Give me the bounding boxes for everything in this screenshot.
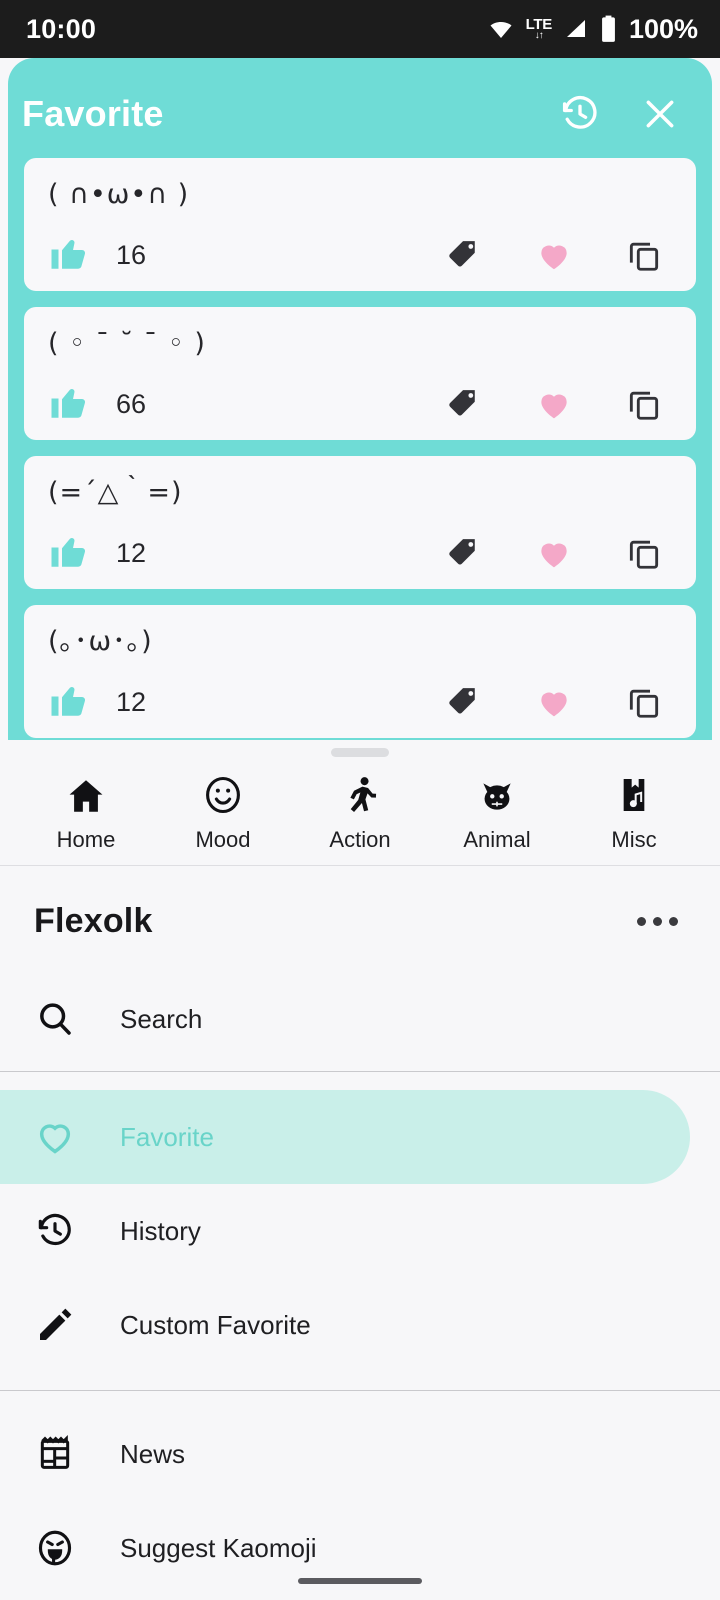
copy-icon[interactable] — [624, 235, 664, 275]
page-title: Favorite — [22, 93, 164, 134]
cellular-signal-icon — [562, 17, 590, 41]
running-person-icon — [339, 771, 381, 817]
battery-percent: 100% — [628, 13, 698, 44]
tab-label: Home — [56, 827, 116, 852]
card-tools — [444, 235, 672, 275]
sidebar-item-label: Suggest Kaomoji — [120, 1532, 317, 1563]
category-tabbar: Home Mood Action Animal Misc — [0, 757, 720, 866]
kaomoji-card[interactable]: (｡･ω･｡) 12 — [24, 605, 696, 738]
tag-icon[interactable] — [444, 235, 484, 275]
tag-icon[interactable] — [444, 533, 484, 573]
status-icons: LTE ↓↑ 100% — [486, 14, 698, 45]
search-icon — [34, 999, 76, 1039]
like-count: 12 — [116, 686, 147, 717]
thumb-up-icon[interactable] — [48, 530, 90, 577]
favorite-header-actions — [558, 92, 682, 136]
news-icon — [34, 1434, 76, 1474]
tag-icon[interactable] — [444, 682, 484, 722]
like-group[interactable]: 16 — [48, 232, 146, 279]
smiley-icon — [201, 771, 245, 817]
more-horizontal-icon[interactable] — [629, 909, 686, 934]
tab-label: Misc — [611, 827, 657, 852]
menu-lower-spacer — [0, 1391, 720, 1407]
card-tools — [444, 384, 672, 424]
favorite-list[interactable]: ( ∩•ω•∩ ) 16 (◦ ˉ ˘ ˉ ◦) 66 (=´△｀=) 12… — [8, 148, 712, 738]
thumb-up-icon[interactable] — [48, 232, 90, 279]
heart-filled-icon[interactable] — [534, 533, 574, 573]
card-tools — [444, 682, 672, 722]
sidebar-item-label: Favorite — [120, 1121, 214, 1152]
like-group[interactable]: 12 — [48, 679, 146, 726]
tab-misc[interactable]: Misc — [570, 771, 698, 853]
status-time: 10:00 — [26, 13, 97, 44]
tab-label: Action — [329, 827, 391, 852]
sidebar-item-favorite[interactable]: Favorite — [0, 1090, 690, 1184]
favorite-panel: Favorite ( ∩•ω•∩ ) 16 (◦ ˉ ˘ ˉ ◦) 66 (… — [8, 58, 712, 748]
copy-icon[interactable] — [624, 682, 664, 722]
kaomoji-card-row: 66 — [48, 381, 672, 428]
menu-top-spacer — [0, 1072, 720, 1090]
close-icon[interactable] — [638, 92, 682, 136]
heart-filled-icon[interactable] — [534, 682, 574, 722]
suggest-face-icon — [34, 1527, 76, 1569]
card-tools — [444, 533, 672, 573]
tag-icon[interactable] — [444, 384, 484, 424]
kaomoji-text: ( ◦ ˉ ˘ ˉ ◦ ) — [48, 328, 206, 359]
like-count: 12 — [116, 537, 147, 568]
copy-icon[interactable] — [624, 384, 664, 424]
search-row[interactable]: Search — [0, 967, 720, 1071]
tab-label: Animal — [463, 827, 531, 852]
history-icon[interactable] — [558, 92, 602, 136]
heart-filled-icon[interactable] — [534, 235, 574, 275]
sidebar-item-label: Custom Favorite — [120, 1309, 311, 1340]
kaomoji-card[interactable]: (=´△｀=) 12 — [24, 456, 696, 589]
menu-mid-spacer — [0, 1372, 720, 1390]
lte-icon: LTE ↓↑ — [526, 17, 553, 41]
tab-home[interactable]: Home — [22, 771, 150, 853]
heart-outline-icon — [34, 1116, 76, 1158]
home-icon — [65, 771, 107, 817]
kaomoji-text: (｡･ω･｡) — [48, 626, 153, 657]
kaomoji-card[interactable]: ( ◦ ˉ ˘ ˉ ◦ ) 66 — [24, 307, 696, 440]
kaomoji-card-row: 16 — [48, 232, 672, 279]
thumb-up-icon[interactable] — [48, 679, 90, 726]
sidebar-item-label: History — [120, 1215, 201, 1246]
search-label: Search — [120, 1003, 203, 1034]
kaomoji-card-row: 12 — [48, 679, 672, 726]
tab-animal[interactable]: Animal — [433, 771, 561, 853]
app-screen: 10:00 LTE ↓↑ 100% Favorite (∩•ω•∩) 16 … — [0, 0, 720, 1600]
kaomoji-text: (=´△｀=) — [48, 477, 183, 508]
app-header: Flexolk — [0, 866, 720, 967]
lte-arrows: ↓↑ — [534, 30, 544, 41]
favorite-header: Favorite — [8, 58, 712, 148]
pencil-icon — [34, 1305, 76, 1345]
battery-icon — [600, 15, 617, 43]
like-count: 66 — [116, 388, 147, 419]
kaomoji-card[interactable]: ( ∩•ω•∩ ) 16 — [24, 158, 696, 291]
like-count: 16 — [116, 239, 147, 270]
history-icon — [34, 1211, 76, 1251]
wifi-icon — [486, 17, 516, 41]
heart-filled-icon[interactable] — [534, 384, 574, 424]
tab-mood[interactable]: Mood — [159, 771, 287, 853]
tab-action[interactable]: Action — [296, 771, 424, 853]
kaomoji-card-row: 12 — [48, 530, 672, 577]
app-title: Flexolk — [34, 902, 153, 940]
status-bar: 10:00 LTE ↓↑ 100% — [0, 0, 720, 58]
like-group[interactable]: 66 — [48, 381, 146, 428]
sidebar-item-news[interactable]: News — [0, 1407, 720, 1501]
cat-icon — [474, 771, 520, 817]
kaomoji-text: ( ∩•ω•∩ ) — [48, 179, 190, 210]
sidebar-item-custom-favorite[interactable]: Custom Favorite — [0, 1278, 720, 1372]
drag-handle[interactable] — [331, 748, 389, 757]
misc-music-icon — [614, 771, 654, 817]
thumb-up-icon[interactable] — [48, 381, 90, 428]
home-indicator — [298, 1578, 422, 1584]
sidebar-item-history[interactable]: History — [0, 1184, 720, 1278]
tab-label: Mood — [195, 827, 251, 852]
sidebar-item-label: News — [120, 1438, 186, 1469]
like-group[interactable]: 12 — [48, 530, 146, 577]
bottom-sheet: Home Mood Action Animal Misc Flexolk Sea… — [0, 740, 720, 1600]
copy-icon[interactable] — [624, 533, 664, 573]
